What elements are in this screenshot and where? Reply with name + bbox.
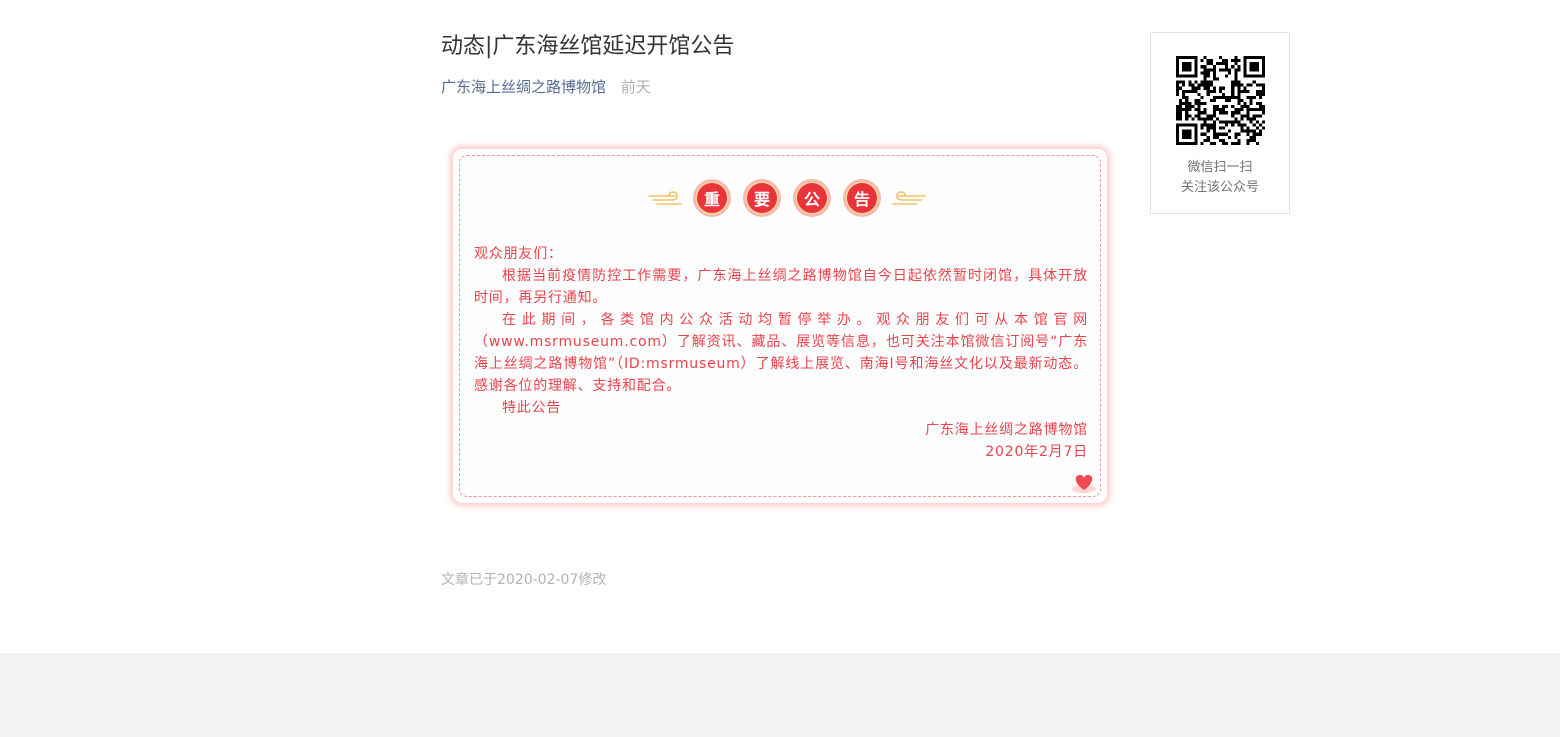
banner-seal-3: 公: [793, 179, 831, 217]
qr-caption-line: 关注该公众号: [1180, 180, 1259, 195]
notice-body: 观众朋友们： 根据当前疫情防控工作需要，广东海上丝绸之路博物馆自今日起依然暂时闭…: [474, 243, 1088, 463]
notice-paragraph: 根据当前疫情防控工作需要，广东海上丝绸之路博物馆自今日起依然暂时闭馆，具体开放时…: [474, 268, 1088, 306]
publish-time: 前天: [620, 78, 651, 96]
modified-note: 文章已于2020-02-07修改: [441, 572, 607, 588]
notice-date: 2020年2月7日: [985, 444, 1088, 460]
qr-caption: 微信扫一扫 关注该公众号: [1151, 158, 1289, 198]
article-title: 动态|广东海丝馆延迟开馆公告: [441, 34, 735, 59]
notice-paragraph: 在此期间，各类馆内公众活动均暂停举办。观众朋友们可从本馆官网（www.msrmu…: [474, 312, 1088, 394]
qr-caption-line: 微信扫一扫: [1187, 160, 1253, 175]
account-name-link[interactable]: 广东海上丝绸之路博物馆: [441, 78, 606, 96]
page-footer-band: [0, 653, 1560, 737]
notice-dashed-frame: 重 要 公 告 观众朋友们： 根据当前疫情防控工作需要，广东海上丝绸之路博物馆自…: [459, 155, 1101, 497]
banner-seal-2: 要: [743, 179, 781, 217]
notice-card: 重 要 公 告 观众朋友们： 根据当前疫情防控工作需要，广东海上丝绸之路博物馆自…: [452, 148, 1108, 504]
cloud-ornament-icon: [648, 191, 682, 205]
heart-icon: [1072, 474, 1096, 493]
banner-seal-1: 重: [693, 179, 731, 217]
banner-seal-4: 告: [843, 179, 881, 217]
article-meta: 广东海上丝绸之路博物馆 前天: [441, 76, 651, 98]
notice-closing: 特此公告: [502, 400, 562, 416]
notice-signature: 广东海上丝绸之路博物馆: [925, 422, 1088, 438]
notice-greeting: 观众朋友们：: [474, 246, 563, 262]
qr-follow-box: 微信扫一扫 关注该公众号: [1150, 32, 1290, 214]
cloud-ornament-icon: [892, 191, 926, 205]
qr-code-icon[interactable]: [1176, 56, 1265, 145]
notice-banner: 重 要 公 告: [646, 176, 928, 220]
